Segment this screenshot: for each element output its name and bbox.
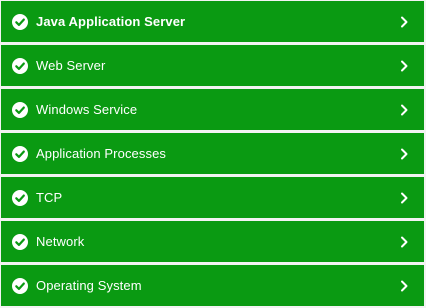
check-circle-icon [12, 145, 28, 162]
list-item-windows-service[interactable]: Windows Service [1, 89, 424, 130]
list-item-label: TCP [36, 189, 63, 205]
chevron-right-icon [401, 192, 408, 203]
chevron-right-icon [401, 148, 408, 159]
list-item-label: Java Application Server [36, 13, 186, 29]
monitor-list: Java Application Server Web Server Windo… [0, 0, 426, 308]
list-item-application-processes[interactable]: Application Processes [1, 133, 424, 174]
chevron-right-icon [401, 16, 408, 27]
check-circle-icon [12, 101, 28, 118]
check-circle-icon [12, 233, 28, 250]
list-item-tcp[interactable]: TCP [1, 177, 424, 218]
list-item-label: Web Server [36, 57, 106, 73]
chevron-right-icon [401, 280, 408, 291]
chevron-right-icon [401, 104, 408, 115]
check-circle-icon [12, 57, 28, 74]
list-item-network[interactable]: Network [1, 221, 424, 262]
chevron-right-icon [401, 236, 408, 247]
check-circle-icon [12, 277, 28, 294]
chevron-right-icon [401, 60, 408, 71]
list-item-web-server[interactable]: Web Server [1, 45, 424, 86]
list-item-label: Windows Service [36, 101, 138, 117]
list-item-label: Application Processes [36, 145, 166, 161]
check-circle-icon [12, 13, 28, 30]
list-item-label: Network [36, 233, 85, 249]
list-item-operating-system[interactable]: Operating System [1, 265, 424, 306]
list-item-java-application-server[interactable]: Java Application Server [1, 1, 424, 42]
list-item-label: Operating System [36, 277, 142, 293]
check-circle-icon [12, 189, 28, 206]
